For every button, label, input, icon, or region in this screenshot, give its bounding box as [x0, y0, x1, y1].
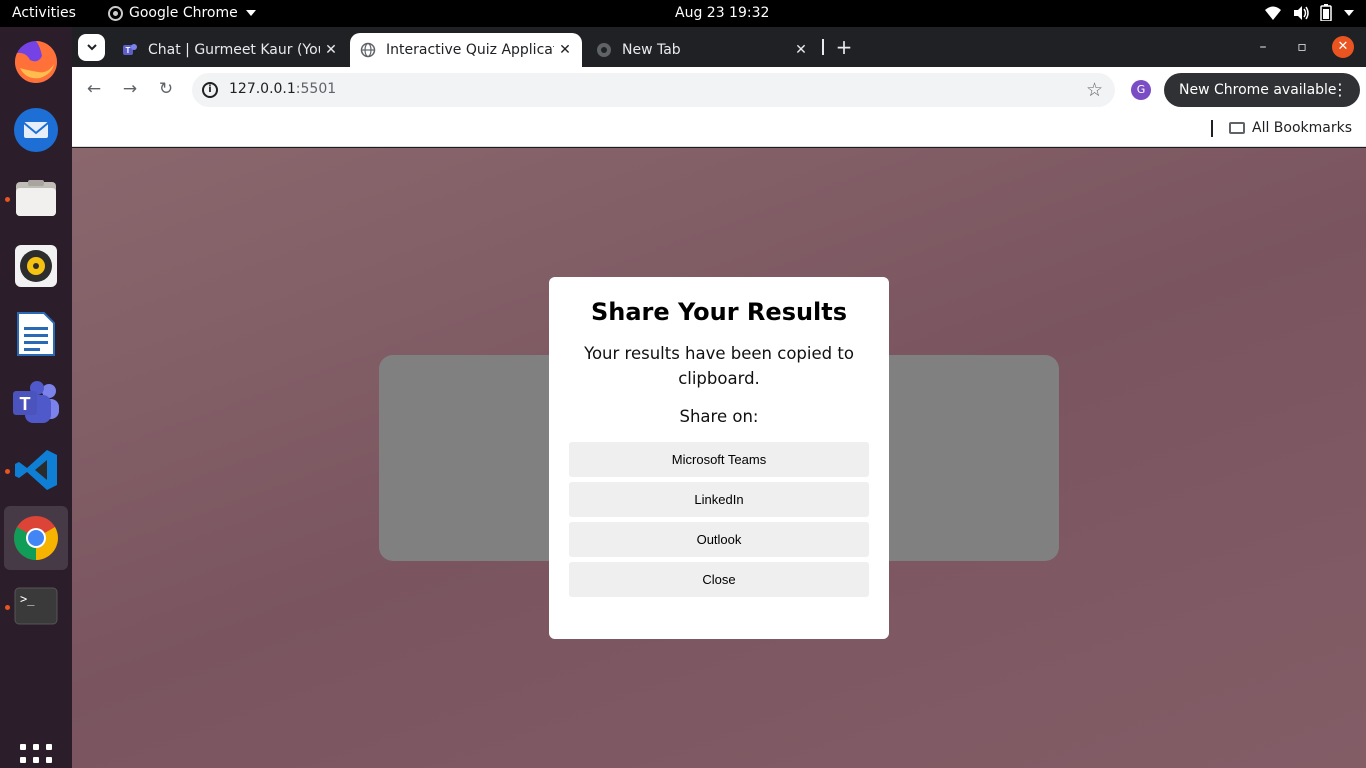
- volume-icon: [1294, 5, 1309, 20]
- tab-teams-chat[interactable]: T Chat | Gurmeet Kaur (You ✕: [112, 33, 348, 67]
- tab-title: Interactive Quiz Applicat: [386, 42, 554, 58]
- maximize-button[interactable]: ▫: [1291, 36, 1313, 58]
- firefox-icon: [14, 41, 57, 83]
- chrome-window: T Chat | Gurmeet Kaur (You ✕ Interactive…: [72, 27, 1366, 768]
- tab-quiz-app[interactable]: Interactive Quiz Applicat ✕: [350, 33, 582, 67]
- share-on-label: Share on:: [679, 407, 759, 426]
- battery-icon: [1320, 4, 1332, 21]
- system-tray[interactable]: [1264, 4, 1354, 21]
- teams-icon: T: [13, 381, 59, 423]
- forward-button[interactable]: →: [120, 79, 140, 99]
- chrome-mini-icon: [108, 5, 123, 21]
- tab-title: New Tab: [622, 42, 681, 58]
- share-outlook-button[interactable]: Outlook: [569, 522, 869, 557]
- teams-icon: T: [123, 44, 137, 55]
- dock-firefox[interactable]: [4, 30, 68, 94]
- dock-vscode[interactable]: [4, 438, 68, 502]
- svg-text:T: T: [20, 394, 31, 414]
- profile-avatar[interactable]: G: [1131, 80, 1151, 100]
- dock-teams[interactable]: T: [4, 370, 68, 434]
- libreoffice-writer-icon: [17, 312, 55, 356]
- svg-text:>_: >_: [20, 592, 35, 606]
- modal-message: Your results have been copied to clipboa…: [584, 344, 854, 388]
- svg-text:T: T: [126, 46, 131, 55]
- site-info-icon[interactable]: i: [202, 82, 218, 98]
- bookmarks-divider: [1211, 120, 1213, 137]
- caret-down-icon: [245, 10, 256, 16]
- activities-button[interactable]: Activities: [12, 5, 76, 21]
- browser-toolbar: ← → ↻ i 127.0.0.1:5501 ☆ G New Chrome av…: [72, 67, 1366, 111]
- tab-search-button[interactable]: [78, 34, 105, 61]
- dock-files[interactable]: [4, 166, 68, 230]
- show-apps-icon[interactable]: [20, 744, 52, 768]
- share-teams-button[interactable]: Microsoft Teams: [569, 442, 869, 477]
- url-text: 127.0.0.1:5501: [229, 81, 337, 97]
- address-bar[interactable]: i 127.0.0.1:5501 ☆: [192, 73, 1115, 107]
- bookmarks-bar: All Bookmarks: [72, 111, 1366, 147]
- vscode-icon: [15, 450, 57, 490]
- tab-strip: T Chat | Gurmeet Kaur (You ✕ Interactive…: [72, 27, 1366, 67]
- close-modal-button[interactable]: Close: [569, 562, 869, 597]
- system-top-bar: Activities Google Chrome Aug 23 19:32: [0, 0, 1366, 27]
- close-tab-icon[interactable]: ✕: [554, 42, 576, 58]
- back-button[interactable]: ←: [84, 79, 104, 99]
- new-tab-button[interactable]: +: [832, 35, 856, 59]
- rhythmbox-icon: [15, 245, 57, 287]
- update-label: New Chrome available: [1179, 82, 1337, 98]
- app-menu-label: Google Chrome: [129, 5, 238, 21]
- files-icon: [16, 180, 56, 216]
- share-results-modal: Share Your Results Your results have bee…: [549, 277, 889, 639]
- close-tab-icon[interactable]: ✕: [320, 42, 342, 58]
- modal-title: Share Your Results: [590, 298, 848, 326]
- all-bookmarks-label: All Bookmarks: [1252, 120, 1353, 136]
- window-close-button[interactable]: ✕: [1332, 36, 1354, 58]
- globe-icon: [360, 42, 376, 58]
- dock-writer[interactable]: [4, 302, 68, 366]
- dock: T >_: [0, 27, 72, 768]
- chrome-icon: [14, 516, 58, 560]
- folder-icon: [1229, 122, 1245, 134]
- chrome-icon: [597, 43, 611, 57]
- dock-chrome[interactable]: [4, 506, 68, 570]
- caret-down-icon: [1344, 9, 1354, 16]
- dock-terminal[interactable]: >_: [4, 574, 68, 638]
- dock-thunderbird[interactable]: [4, 98, 68, 162]
- reload-button[interactable]: ↻: [156, 79, 176, 99]
- new-chrome-available-button[interactable]: New Chrome available ⋮: [1164, 73, 1360, 107]
- chevron-down-icon: [86, 44, 97, 51]
- clock[interactable]: Aug 23 19:32: [675, 5, 769, 21]
- page-content: Share Your Results Your results have bee…: [72, 148, 1366, 768]
- bookmark-star-icon[interactable]: ☆: [1086, 79, 1103, 101]
- tab-divider: [822, 39, 824, 55]
- thunderbird-icon: [14, 108, 58, 152]
- terminal-icon: >_: [14, 587, 58, 625]
- more-menu-icon: ⋮: [1332, 80, 1348, 99]
- dock-rhythmbox[interactable]: [4, 234, 68, 298]
- close-tab-icon[interactable]: ✕: [790, 42, 812, 58]
- all-bookmarks-button[interactable]: All Bookmarks: [1229, 120, 1352, 136]
- tab-new-tab[interactable]: New Tab ✕: [586, 33, 818, 67]
- app-menu[interactable]: Google Chrome: [108, 5, 256, 21]
- share-buttons: Microsoft Teams LinkedIn Outlook Close: [549, 442, 889, 597]
- share-linkedin-button[interactable]: LinkedIn: [569, 482, 869, 517]
- wifi-icon: [1265, 6, 1281, 20]
- tab-title: Chat | Gurmeet Kaur (You: [148, 42, 320, 58]
- minimize-button[interactable]: –: [1252, 36, 1274, 58]
